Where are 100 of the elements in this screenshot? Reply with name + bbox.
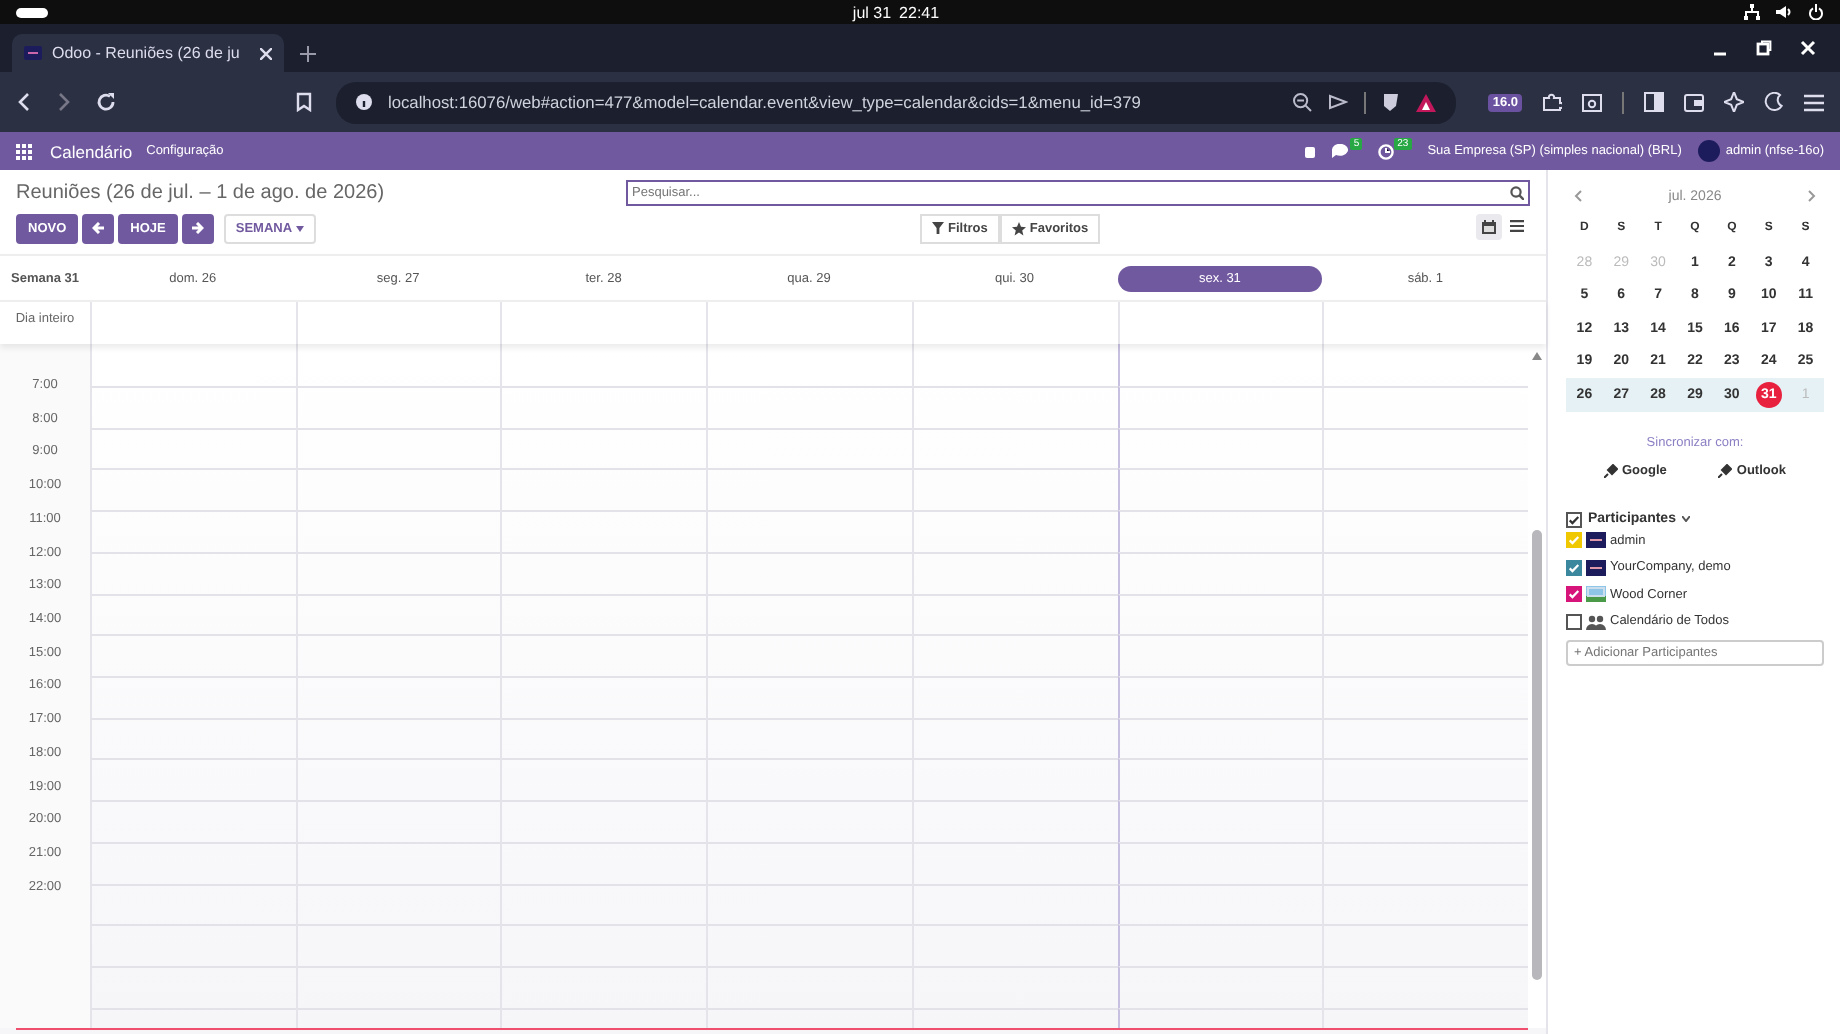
- previous-button[interactable]: [82, 213, 115, 243]
- chevron-left-icon[interactable]: [1574, 190, 1582, 202]
- activities-icon[interactable]: [16, 7, 48, 17]
- time-slot[interactable]: [911, 966, 1118, 1008]
- time-slot[interactable]: [500, 386, 707, 428]
- time-slot[interactable]: [90, 966, 296, 1008]
- time-slot[interactable]: [90, 510, 296, 552]
- time-slot[interactable]: [90, 676, 296, 718]
- time-slot[interactable]: [500, 551, 707, 594]
- menu-icon[interactable]: [1804, 93, 1824, 111]
- next-button[interactable]: [181, 213, 214, 243]
- time-slot[interactable]: [911, 883, 1118, 925]
- time-slot[interactable]: [1117, 883, 1323, 925]
- time-slot[interactable]: [500, 427, 707, 469]
- time-slot[interactable]: [90, 841, 296, 884]
- forward-icon[interactable]: [56, 92, 72, 112]
- time-slot[interactable]: [1117, 386, 1323, 428]
- reload-icon[interactable]: [96, 92, 116, 112]
- time-slot[interactable]: [1117, 717, 1323, 759]
- time-slot[interactable]: [911, 551, 1118, 594]
- time-slot[interactable]: [1117, 468, 1323, 511]
- time-slot[interactable]: [911, 676, 1118, 718]
- time-slot[interactable]: [706, 758, 912, 801]
- triangle-icon[interactable]: [1416, 93, 1437, 111]
- puzzle-icon[interactable]: [1542, 92, 1562, 112]
- time-slot[interactable]: [500, 717, 707, 759]
- chat-icon[interactable]: [1332, 144, 1351, 158]
- time-slot[interactable]: [706, 510, 912, 552]
- time-slot[interactable]: [706, 427, 912, 469]
- time-slot[interactable]: [295, 676, 501, 718]
- apps-menu-icon[interactable]: [16, 143, 32, 159]
- time-slot[interactable]: [500, 758, 707, 801]
- time-slot[interactable]: [90, 634, 296, 677]
- new-tab-icon[interactable]: [300, 45, 316, 61]
- time-slot[interactable]: [295, 634, 501, 677]
- bookmark-icon[interactable]: [295, 92, 312, 112]
- time-slot[interactable]: [1117, 758, 1323, 801]
- time-slot[interactable]: [911, 386, 1118, 428]
- checkbox[interactable]: [1566, 586, 1582, 603]
- time-slot[interactable]: [295, 427, 501, 469]
- shield-icon[interactable]: [1382, 92, 1401, 112]
- time-slot[interactable]: [90, 468, 296, 511]
- restore-icon[interactable]: [1756, 40, 1772, 56]
- power-icon[interactable]: [1808, 4, 1824, 20]
- time-slot[interactable]: [911, 717, 1118, 759]
- time-slot[interactable]: [1117, 924, 1323, 967]
- time-slot[interactable]: [706, 386, 912, 428]
- time-slot[interactable]: [90, 924, 296, 967]
- checkbox[interactable]: [1566, 511, 1582, 527]
- scrollbar-thumb[interactable]: [1532, 530, 1542, 980]
- clock-icon[interactable]: [1378, 143, 1395, 159]
- address-bar[interactable]: localhost:16076/web#action=477&model=calendar.event&view_type=calendar&cids=1&menu_id=379: [335, 81, 1457, 123]
- time-slot[interactable]: [90, 717, 296, 759]
- wallet-icon[interactable]: [1684, 93, 1704, 111]
- share-icon[interactable]: [1328, 94, 1349, 110]
- time-slot[interactable]: [295, 468, 501, 511]
- time-slot[interactable]: [706, 468, 912, 511]
- scroll-up-icon[interactable]: [1532, 352, 1542, 360]
- calendar-view-button[interactable]: [1476, 213, 1502, 239]
- checkbox[interactable]: [1566, 613, 1582, 630]
- time-slot[interactable]: [1117, 634, 1323, 677]
- time-slot[interactable]: [1117, 427, 1323, 469]
- time-slot[interactable]: [706, 717, 912, 759]
- time-slot[interactable]: [911, 758, 1118, 801]
- time-slot[interactable]: [295, 551, 501, 594]
- time-slot[interactable]: [911, 468, 1118, 511]
- sparkle-icon[interactable]: [1724, 92, 1744, 112]
- zoom-out-icon[interactable]: [1292, 92, 1313, 112]
- time-slot[interactable]: [1117, 800, 1323, 842]
- network-icon[interactable]: [1744, 4, 1760, 20]
- time-slot[interactable]: [706, 634, 912, 677]
- screenshot-icon[interactable]: [1582, 93, 1602, 111]
- time-slot[interactable]: [500, 468, 707, 511]
- time-slot[interactable]: [911, 841, 1118, 884]
- time-slot[interactable]: [90, 800, 296, 842]
- time-slot[interactable]: [911, 593, 1118, 635]
- time-slot[interactable]: [706, 676, 912, 718]
- time-slot[interactable]: [90, 427, 296, 469]
- time-slot[interactable]: [1117, 510, 1323, 552]
- back-icon[interactable]: [16, 92, 32, 112]
- time-slot[interactable]: [295, 510, 501, 552]
- time-slot[interactable]: [90, 758, 296, 801]
- search-icon[interactable]: [1510, 185, 1524, 199]
- time-slot[interactable]: [90, 593, 296, 635]
- time-slot[interactable]: [295, 717, 501, 759]
- checkbox[interactable]: [1566, 559, 1582, 576]
- time-slot[interactable]: [1117, 841, 1323, 884]
- time-slot[interactable]: [500, 593, 707, 635]
- speaker-icon[interactable]: [1776, 4, 1792, 20]
- time-slot[interactable]: [706, 593, 912, 635]
- time-slot[interactable]: [90, 551, 296, 594]
- browser-tab[interactable]: Odoo - Reuniões (26 de ju: [12, 34, 284, 72]
- time-slot[interactable]: [295, 758, 501, 801]
- time-slot[interactable]: [295, 593, 501, 635]
- time-slot[interactable]: [1117, 593, 1323, 635]
- time-slot[interactable]: [911, 634, 1118, 677]
- time-slot[interactable]: [911, 510, 1118, 552]
- time-slot[interactable]: [500, 676, 707, 718]
- close-icon[interactable]: [260, 47, 272, 59]
- time-slot[interactable]: [1117, 551, 1323, 594]
